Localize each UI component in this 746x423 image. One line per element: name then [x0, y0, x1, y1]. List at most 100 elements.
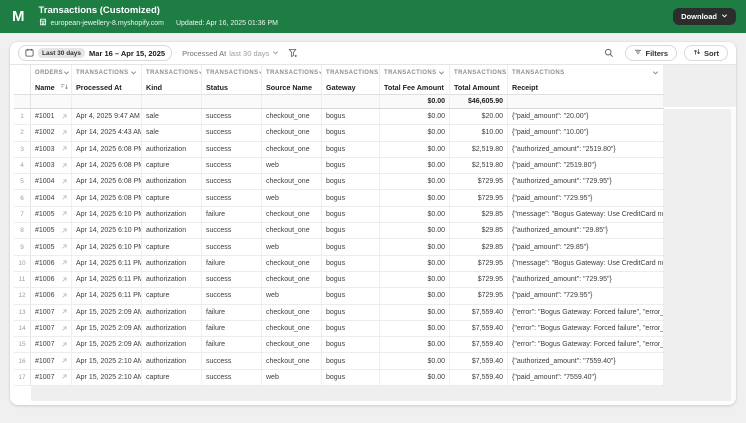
cell-kind[interactable]: capture: [142, 288, 202, 303]
cell-gateway[interactable]: bogus: [322, 305, 380, 320]
cell-name[interactable]: #1004: [31, 190, 72, 205]
cell-total_fee_amount[interactable]: $0.00: [380, 174, 450, 189]
cell-gateway[interactable]: bogus: [322, 125, 380, 140]
cell-kind[interactable]: sale: [142, 125, 202, 140]
cell-receipt[interactable]: {"paid_amount": "10.00"}: [508, 125, 664, 140]
column-group-header-receipt[interactable]: TRANSACTIONS: [508, 65, 664, 80]
cell-total_fee_amount[interactable]: $0.00: [380, 288, 450, 303]
cell-processed_at[interactable]: Apr 14, 2025 6:08 PM: [72, 158, 142, 173]
cell-kind[interactable]: capture: [142, 158, 202, 173]
column-header-source_name[interactable]: Source Name: [262, 80, 322, 94]
row-number[interactable]: 14: [14, 321, 31, 336]
cell-processed_at[interactable]: Apr 15, 2025 2:10 AM: [72, 353, 142, 368]
cell-receipt[interactable]: {"authorized_amount": "729.95"}: [508, 174, 664, 189]
cell-name[interactable]: #1005: [31, 223, 72, 238]
column-header-total_amount[interactable]: Total Amount: [450, 80, 508, 94]
cell-receipt[interactable]: {"paid_amount": "7559.40"}: [508, 370, 664, 385]
external-link-icon[interactable]: [61, 195, 67, 201]
column-group-header-gateway[interactable]: TRANSACTIONS: [322, 65, 380, 80]
cell-total_fee_amount[interactable]: $0.00: [380, 272, 450, 287]
cell-kind[interactable]: authorization: [142, 337, 202, 352]
row-number[interactable]: 17: [14, 370, 31, 385]
cell-total_fee_amount[interactable]: $0.00: [380, 223, 450, 238]
cell-processed_at[interactable]: Apr 14, 2025 6:08 PM: [72, 142, 142, 157]
filters-button[interactable]: Filters: [625, 45, 677, 61]
cell-gateway[interactable]: bogus: [322, 109, 380, 124]
external-link-icon[interactable]: [61, 179, 67, 185]
cell-status[interactable]: success: [202, 174, 262, 189]
cell-name[interactable]: #1007: [31, 321, 72, 336]
cell-total_fee_amount[interactable]: $0.00: [380, 207, 450, 222]
cell-status[interactable]: success: [202, 190, 262, 205]
cell-receipt[interactable]: {"paid_amount": "20.00"}: [508, 109, 664, 124]
row-number[interactable]: 6: [14, 190, 31, 205]
cell-source_name[interactable]: checkout_one: [262, 272, 322, 287]
column-menu-icon[interactable]: [63, 69, 70, 76]
cell-gateway[interactable]: bogus: [322, 223, 380, 238]
cell-total_fee_amount[interactable]: $0.00: [380, 256, 450, 271]
cell-status[interactable]: failure: [202, 256, 262, 271]
row-number[interactable]: 16: [14, 353, 31, 368]
cell-total_amount[interactable]: $2,519.80: [450, 142, 508, 157]
column-header-name[interactable]: Name: [31, 80, 72, 94]
cell-total_fee_amount[interactable]: $0.00: [380, 158, 450, 173]
cell-kind[interactable]: capture: [142, 239, 202, 254]
cell-source_name[interactable]: checkout_one: [262, 337, 322, 352]
cell-kind[interactable]: capture: [142, 370, 202, 385]
cell-status[interactable]: success: [202, 125, 262, 140]
cell-receipt[interactable]: {"paid_amount": "29.85"}: [508, 239, 664, 254]
cell-source_name[interactable]: checkout_one: [262, 109, 322, 124]
cell-status[interactable]: success: [202, 239, 262, 254]
cell-processed_at[interactable]: Apr 14, 2025 6:10 PM: [72, 207, 142, 222]
external-link-icon[interactable]: [61, 146, 67, 152]
external-link-icon[interactable]: [61, 358, 67, 364]
cell-total_amount[interactable]: $729.95: [450, 174, 508, 189]
external-link-icon[interactable]: [61, 260, 67, 266]
column-menu-icon[interactable]: [130, 69, 137, 76]
cell-total_amount[interactable]: $20.00: [450, 109, 508, 124]
row-number[interactable]: 12: [14, 288, 31, 303]
cell-gateway[interactable]: bogus: [322, 353, 380, 368]
cell-processed_at[interactable]: Apr 14, 2025 6:11 PM: [72, 256, 142, 271]
cell-source_name[interactable]: checkout_one: [262, 125, 322, 140]
cell-total_fee_amount[interactable]: $0.00: [380, 239, 450, 254]
row-number[interactable]: 9: [14, 239, 31, 254]
external-link-icon[interactable]: [61, 163, 67, 169]
row-number[interactable]: 11: [14, 272, 31, 287]
external-link-icon[interactable]: [61, 244, 67, 250]
column-header-gateway[interactable]: Gateway: [322, 80, 380, 94]
cell-source_name[interactable]: web: [262, 370, 322, 385]
column-header-status[interactable]: Status: [202, 80, 262, 94]
cell-name[interactable]: #1006: [31, 256, 72, 271]
cell-source_name[interactable]: checkout_one: [262, 223, 322, 238]
cell-processed_at[interactable]: Apr 4, 2025 9:47 AM: [72, 109, 142, 124]
cell-receipt[interactable]: {"error": "Bogus Gateway: Forced failure…: [508, 321, 664, 336]
cell-total_amount[interactable]: $2,519.80: [450, 158, 508, 173]
cell-name[interactable]: #1005: [31, 239, 72, 254]
cell-processed_at[interactable]: Apr 14, 2025 4:43 AM: [72, 125, 142, 140]
row-number[interactable]: 7: [14, 207, 31, 222]
cell-gateway[interactable]: bogus: [322, 207, 380, 222]
cell-source_name[interactable]: checkout_one: [262, 353, 322, 368]
cell-source_name[interactable]: web: [262, 190, 322, 205]
cell-source_name[interactable]: checkout_one: [262, 256, 322, 271]
cell-kind[interactable]: authorization: [142, 142, 202, 157]
cell-source_name[interactable]: web: [262, 239, 322, 254]
cell-receipt[interactable]: {"error": "Bogus Gateway: Forced failure…: [508, 337, 664, 352]
cell-name[interactable]: #1002: [31, 125, 72, 140]
cell-name[interactable]: #1004: [31, 174, 72, 189]
cell-gateway[interactable]: bogus: [322, 174, 380, 189]
cell-status[interactable]: failure: [202, 207, 262, 222]
cell-receipt[interactable]: {"authorized_amount": "7559.40"}: [508, 353, 664, 368]
cell-receipt[interactable]: {"authorized_amount": "729.95"}: [508, 272, 664, 287]
cell-status[interactable]: success: [202, 370, 262, 385]
vertical-scrollbar[interactable]: [731, 109, 736, 401]
cell-source_name[interactable]: checkout_one: [262, 321, 322, 336]
cell-name[interactable]: #1006: [31, 288, 72, 303]
cell-receipt[interactable]: {"message": "Bogus Gateway: Use CreditCa…: [508, 207, 664, 222]
cell-receipt[interactable]: {"paid_amount": "729.95"}: [508, 288, 664, 303]
cell-status[interactable]: success: [202, 158, 262, 173]
cell-processed_at[interactable]: Apr 15, 2025 2:09 AM: [72, 337, 142, 352]
external-link-icon[interactable]: [61, 130, 67, 136]
cell-gateway[interactable]: bogus: [322, 239, 380, 254]
